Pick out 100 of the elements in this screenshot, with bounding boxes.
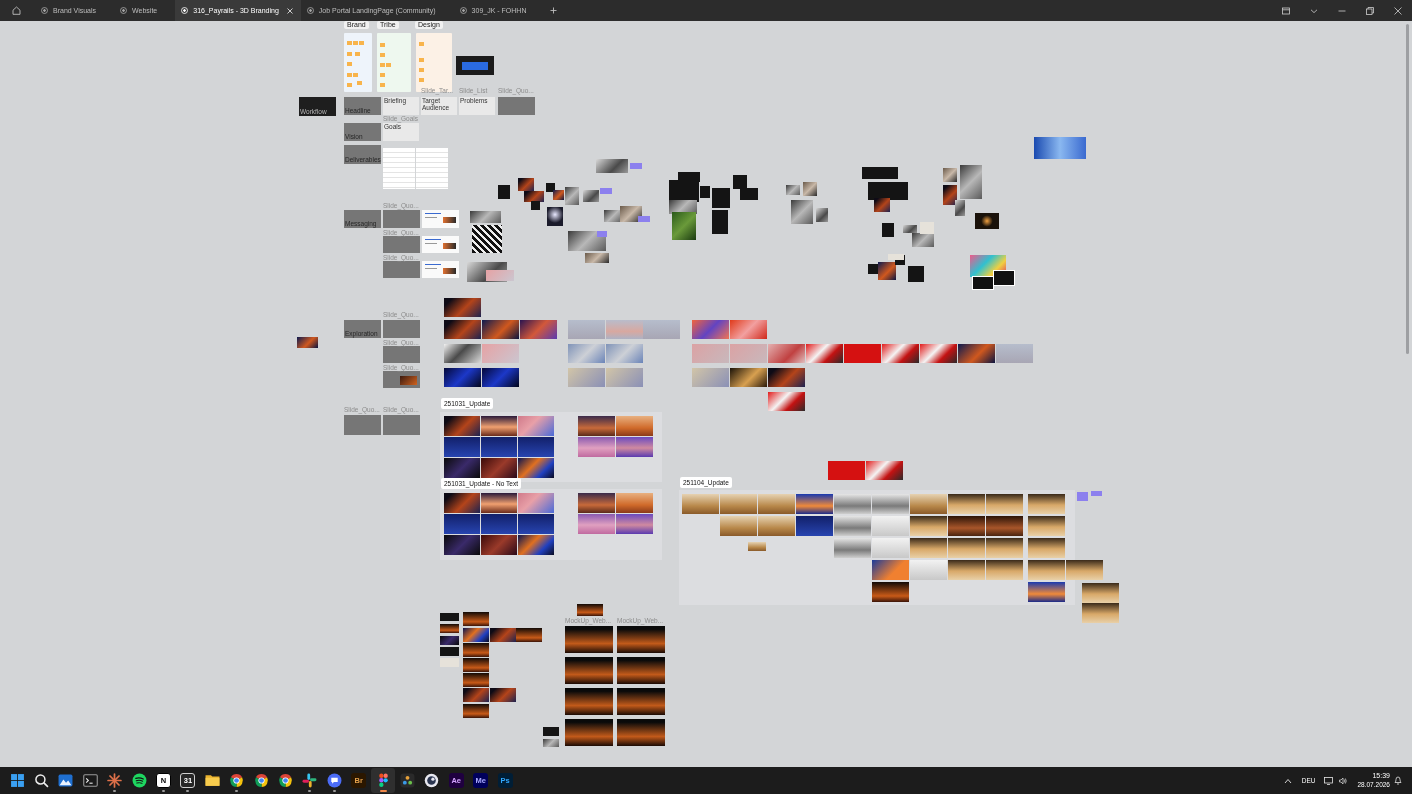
image-thumbnail (1082, 603, 1119, 623)
slide-thumbnail (422, 261, 459, 278)
speaker-icon[interactable] (1339, 776, 1348, 785)
image-thumbnail (986, 560, 1023, 580)
image-thumbnail (481, 458, 517, 478)
sphere-icon (424, 772, 440, 788)
image-thumbnail (682, 494, 719, 514)
image-thumbnail (606, 344, 643, 363)
image-thumbnail (481, 514, 517, 534)
image-thumbnail (578, 514, 615, 534)
image-thumbnail (463, 628, 489, 642)
image-thumbnail (948, 516, 985, 536)
image-thumbnail (463, 658, 489, 672)
image-thumbnail (568, 344, 605, 363)
slide-thumbnail (383, 346, 420, 363)
image-thumbnail (1082, 583, 1119, 603)
image-thumbnail (948, 538, 985, 558)
sticky-note (638, 216, 650, 222)
image-thumbnail (920, 344, 957, 363)
scrollbar-thumb[interactable] (1406, 24, 1409, 354)
image-thumbnail (482, 368, 519, 387)
image-thumbnail (712, 210, 728, 234)
file-icon (459, 7, 467, 14)
image-thumbnail (882, 344, 919, 363)
image-thumbnail (516, 628, 542, 642)
slide-thumbnail (456, 56, 494, 75)
image-thumbnail (617, 719, 665, 746)
image-thumbnail (730, 344, 767, 363)
image-thumbnail (518, 178, 534, 191)
circle-waves-icon (131, 772, 147, 788)
image-thumbnail (440, 624, 459, 633)
image-thumbnail (578, 437, 615, 457)
folder-icon (204, 772, 220, 788)
image-thumbnail (958, 344, 995, 363)
image-thumbnail (583, 190, 599, 202)
image-thumbnail (481, 416, 517, 436)
image-thumbnail (616, 493, 653, 513)
image-thumbnail (596, 159, 628, 173)
image-thumbnail (578, 416, 615, 436)
search-icon (34, 772, 50, 788)
image-thumbnail (872, 516, 909, 536)
image-thumbnail (482, 344, 519, 363)
image-thumbnail (565, 688, 613, 715)
image-thumbnail (730, 368, 767, 387)
image-thumbnail (1028, 560, 1065, 580)
image-thumbnail (440, 636, 459, 645)
image-thumbnail (472, 225, 502, 253)
image-thumbnail (768, 368, 805, 387)
browser-icon (253, 772, 269, 788)
slide-thumbnail (383, 261, 420, 278)
sticky-note (630, 163, 642, 169)
image-thumbnail (444, 493, 480, 513)
image-thumbnail (565, 719, 613, 746)
image-thumbnail (444, 535, 480, 555)
image-thumbnail (948, 494, 985, 514)
close-icon[interactable] (1394, 6, 1402, 15)
sticky-note (600, 188, 612, 194)
image-thumbnail (748, 542, 766, 551)
image-thumbnail (518, 514, 554, 534)
image-thumbnail (470, 211, 501, 223)
image-thumbnail (740, 188, 758, 200)
image-thumbnail (518, 437, 554, 457)
taskbar-app-button[interactable] (370, 768, 396, 793)
image-thumbnail (796, 516, 833, 536)
image-thumbnail (518, 458, 554, 478)
image-thumbnail (803, 182, 817, 196)
image-thumbnail (518, 416, 554, 436)
sidebar-toggle-icon[interactable] (1282, 6, 1290, 15)
plus-icon[interactable] (550, 7, 558, 14)
image-thumbnail (481, 437, 517, 457)
slide-thumbnail (383, 415, 420, 435)
home-icon[interactable] (12, 6, 21, 15)
image-thumbnail (565, 626, 613, 653)
image-thumbnail (872, 494, 909, 514)
image-thumbnail (543, 739, 559, 747)
image-thumbnail (828, 461, 865, 480)
image-thumbnail (606, 320, 643, 339)
image-thumbnail (578, 493, 615, 513)
image-thumbnail (758, 516, 795, 536)
image-thumbnail (616, 437, 653, 457)
image-thumbnail (463, 673, 489, 687)
document-thumbnail (383, 148, 415, 189)
sticky-note (597, 231, 607, 237)
bell-icon[interactable] (1394, 776, 1402, 785)
chevron-up-icon[interactable] (1283, 777, 1292, 784)
slide-thumbnail (383, 371, 420, 388)
image-thumbnail (720, 494, 757, 514)
starburst-icon (107, 772, 123, 788)
restore-icon[interactable] (1366, 6, 1374, 15)
image-thumbnail (444, 514, 480, 534)
close-icon[interactable] (286, 7, 293, 14)
monitor-icon[interactable] (1324, 776, 1334, 785)
slide-thumbnail (498, 97, 535, 115)
image-thumbnail (498, 185, 510, 199)
image-thumbnail (866, 461, 903, 480)
chat-bubble-icon (326, 772, 342, 788)
image-thumbnail (440, 647, 459, 656)
image-thumbnail (1028, 494, 1065, 514)
image-thumbnail (463, 643, 489, 657)
chevron-down-icon[interactable] (1310, 6, 1318, 15)
